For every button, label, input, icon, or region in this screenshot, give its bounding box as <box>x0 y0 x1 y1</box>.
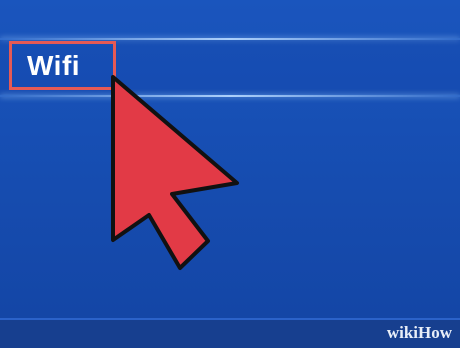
pointer-arrow-icon <box>111 75 239 270</box>
watermark-bold: How <box>418 323 452 342</box>
wikihow-watermark: wikiHow <box>387 323 452 343</box>
bottom-strip-divider <box>0 318 460 320</box>
watermark-light: wiki <box>386 323 418 342</box>
ps-settings-screen: Wifi <box>0 0 460 318</box>
